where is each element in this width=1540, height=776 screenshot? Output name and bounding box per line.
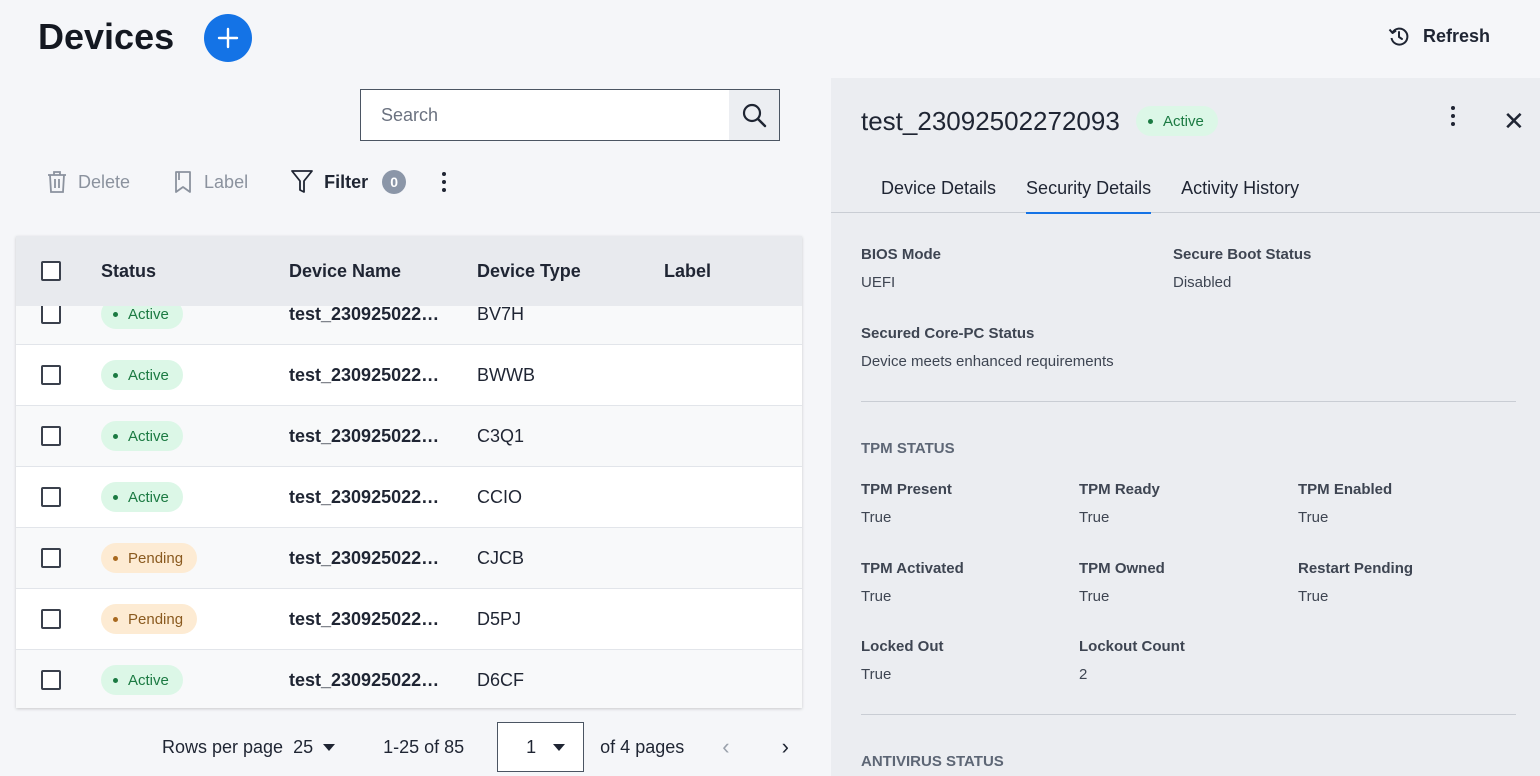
device-name-cell[interactable]: test_230925022… bbox=[289, 670, 477, 691]
table-header: Status Device Name Device Type Label bbox=[16, 236, 802, 306]
status-badge: Active bbox=[101, 665, 183, 695]
device-name-cell[interactable]: test_230925022… bbox=[289, 365, 477, 386]
row-checkbox[interactable] bbox=[41, 365, 61, 385]
row-checkbox[interactable] bbox=[41, 609, 61, 629]
section-divider bbox=[861, 714, 1516, 715]
device-name-cell[interactable]: test_230925022… bbox=[289, 609, 477, 630]
status-badge: Active bbox=[101, 482, 183, 512]
filter-button[interactable]: Filter 0 bbox=[290, 169, 407, 195]
refresh-button[interactable]: Refresh bbox=[1387, 24, 1490, 48]
row-checkbox[interactable] bbox=[41, 426, 61, 446]
delete-label: Delete bbox=[78, 171, 131, 192]
restart-pending-field: Restart Pending True bbox=[1298, 560, 1414, 605]
refresh-label: Refresh bbox=[1422, 25, 1490, 46]
close-icon[interactable]: ✕ bbox=[1503, 108, 1525, 134]
status-badge: Pending bbox=[101, 543, 198, 573]
row-checkbox[interactable] bbox=[41, 670, 61, 690]
column-header-status[interactable]: Status bbox=[101, 261, 289, 282]
page-title: Devices bbox=[38, 16, 175, 57]
trash-icon bbox=[48, 171, 66, 193]
refresh-icon bbox=[1388, 27, 1409, 46]
device-type-cell: CCIO bbox=[477, 486, 522, 507]
table-row[interactable]: Active test_230925022… C3Q1 bbox=[16, 406, 802, 467]
tab-device-details[interactable]: Device Details bbox=[881, 164, 996, 213]
table-row[interactable]: Active test_230925022… D6CF bbox=[16, 650, 802, 708]
status-badge: Active bbox=[101, 360, 183, 390]
search-button[interactable] bbox=[729, 90, 779, 140]
row-checkbox[interactable] bbox=[41, 487, 61, 507]
panel-tabs: Device Details Security Details Activity… bbox=[831, 164, 1540, 214]
lockout-count-field: Lockout Count 2 bbox=[1079, 638, 1185, 683]
plus-icon bbox=[217, 27, 239, 49]
bios-mode-field: BIOS Mode UEFI bbox=[861, 246, 942, 291]
tpm-ready-field: TPM Ready True bbox=[1079, 481, 1160, 526]
antivirus-section-title: ANTIVIRUS STATUS bbox=[861, 753, 1004, 770]
label-label: Label bbox=[204, 171, 249, 192]
tpm-enabled-field: TPM Enabled True bbox=[1298, 481, 1393, 526]
search-box bbox=[360, 89, 780, 141]
device-type-cell: D5PJ bbox=[477, 608, 522, 629]
secure-boot-field: Secure Boot Status Disabled bbox=[1173, 246, 1312, 291]
rows-per-page-label: Rows per page bbox=[162, 736, 284, 757]
device-name-cell[interactable]: test_230925022… bbox=[289, 487, 477, 508]
panel-status-badge: Active bbox=[1136, 106, 1218, 136]
select-all-checkbox[interactable] bbox=[41, 261, 61, 281]
device-detail-panel: test_23092502272093 Active ✕ Device Deta… bbox=[831, 78, 1540, 776]
total-pages: of 4 pages bbox=[600, 736, 685, 757]
panel-more-icon[interactable] bbox=[1443, 106, 1463, 126]
rows-per-page-select[interactable]: 25 bbox=[293, 737, 336, 758]
device-name-cell[interactable]: test_230925022… bbox=[289, 548, 477, 569]
locked-out-field: Locked Out True bbox=[861, 638, 944, 683]
tab-security-details[interactable]: Security Details bbox=[1026, 164, 1152, 214]
table-row[interactable]: Active test_230925022… BWWB bbox=[16, 345, 802, 406]
row-checkbox[interactable] bbox=[41, 548, 61, 568]
device-type-cell: C3Q1 bbox=[477, 425, 525, 446]
chevron-down-icon bbox=[553, 743, 566, 751]
table-row[interactable]: Pending test_230925022… CJCB bbox=[16, 528, 802, 589]
panel-device-name: test_23092502272093 bbox=[861, 106, 1120, 136]
table-body: Active test_230925022… BV7H Active test_… bbox=[16, 284, 802, 708]
device-type-cell: CJCB bbox=[477, 547, 525, 568]
secured-core-field: Secured Core-PC Status Device meets enha… bbox=[861, 325, 1114, 370]
filter-count-badge: 0 bbox=[382, 170, 407, 194]
search-icon bbox=[742, 103, 767, 128]
more-actions-icon[interactable] bbox=[434, 172, 454, 192]
add-device-button[interactable] bbox=[204, 14, 252, 62]
delete-button[interactable]: Delete bbox=[46, 170, 130, 194]
filter-label: Filter bbox=[324, 171, 369, 192]
column-header-label[interactable]: Label bbox=[664, 261, 802, 282]
section-divider bbox=[861, 401, 1516, 402]
rows-range: 1-25 of 85 bbox=[383, 736, 465, 757]
column-header-device-name[interactable]: Device Name bbox=[289, 261, 477, 282]
search-input[interactable] bbox=[361, 90, 729, 140]
tab-activity-history[interactable]: Activity History bbox=[1181, 164, 1299, 213]
bookmark-icon bbox=[175, 171, 191, 193]
device-type-cell: BWWB bbox=[477, 364, 535, 385]
table-row[interactable]: Active test_230925022… CCIO bbox=[16, 467, 802, 528]
devices-table: Status Device Name Device Type Label Act… bbox=[16, 236, 802, 708]
table-row[interactable]: Pending test_230925022… D5PJ bbox=[16, 589, 802, 650]
device-name-cell[interactable]: test_230925022… bbox=[289, 426, 477, 447]
chevron-down-icon bbox=[323, 743, 336, 751]
filter-icon bbox=[291, 170, 313, 193]
tpm-owned-field: TPM Owned True bbox=[1079, 560, 1165, 605]
tpm-activated-field: TPM Activated True bbox=[861, 560, 964, 605]
previous-page-icon[interactable]: ‹ bbox=[722, 734, 729, 760]
device-type-cell: D6CF bbox=[477, 669, 525, 690]
column-header-device-type[interactable]: Device Type bbox=[477, 261, 664, 282]
pagination: Rows per page 25 1-25 of 85 1 of 4 pages… bbox=[162, 722, 789, 772]
row-checkbox[interactable] bbox=[41, 304, 61, 324]
page-select[interactable]: 1 bbox=[497, 722, 585, 772]
tpm-section-title: TPM STATUS bbox=[861, 440, 955, 457]
table-toolbar: Delete Label Filter 0 bbox=[46, 162, 454, 202]
status-badge: Active bbox=[101, 421, 183, 451]
status-badge: Pending bbox=[101, 604, 198, 634]
next-page-icon[interactable]: › bbox=[782, 734, 789, 760]
device-type-cell: BV7H bbox=[477, 303, 525, 324]
label-button[interactable]: Label bbox=[172, 170, 248, 194]
device-name-cell[interactable]: test_230925022… bbox=[289, 304, 477, 325]
tpm-present-field: TPM Present True bbox=[861, 481, 952, 526]
